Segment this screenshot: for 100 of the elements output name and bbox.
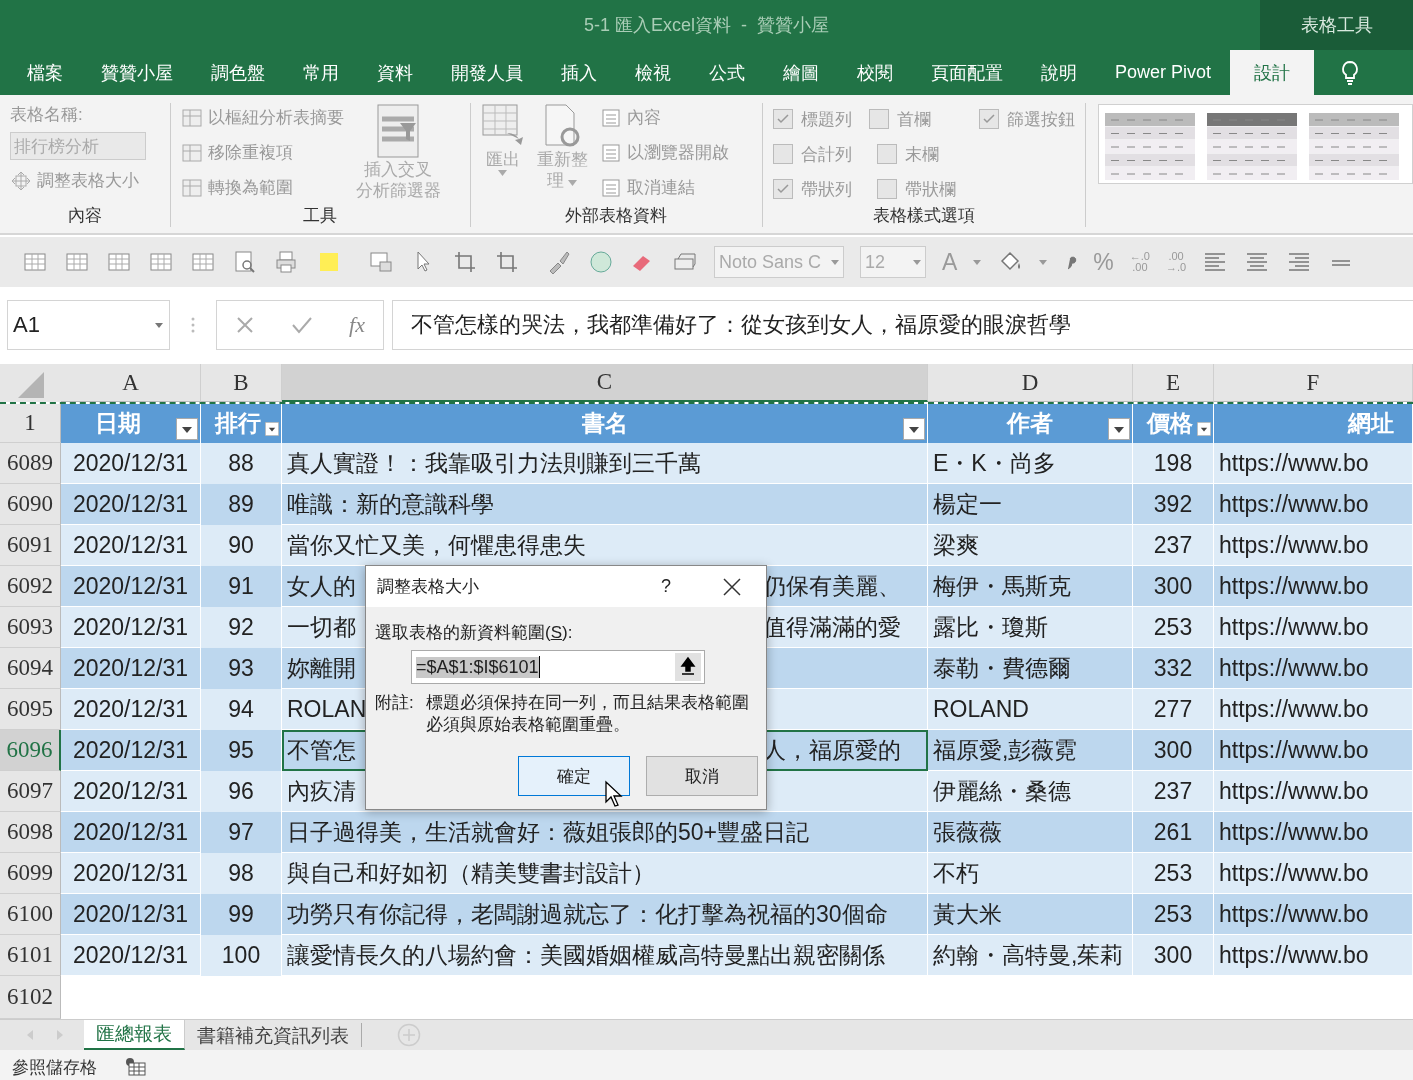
caret-icon[interactable] (1039, 259, 1048, 265)
crop-icon[interactable] (452, 249, 478, 275)
ribbon-tab[interactable]: 資料 (358, 50, 432, 95)
table-cell: 100 (201, 935, 282, 976)
table-style-thumbnail[interactable] (1308, 113, 1399, 181)
crop-icon[interactable] (494, 249, 520, 275)
header-text: 日期 (95, 409, 141, 438)
header-text: 排行 (215, 409, 261, 438)
row-number[interactable]: 6102 (0, 976, 61, 1019)
table-cell: 2020/12/31 (61, 935, 201, 976)
cancel-button[interactable]: 取消 (646, 756, 758, 796)
dialog-title: 調整表格大小 (377, 576, 479, 598)
lightbulb-icon[interactable] (1340, 59, 1361, 86)
row-number[interactable]: 6100 (0, 894, 61, 935)
row-number[interactable]: 6095 (0, 689, 61, 730)
list-icon (599, 106, 622, 129)
table-cell: 約翰・高特曼,茱莉 (928, 935, 1133, 976)
row-number[interactable]: 6096 (0, 730, 61, 771)
header-text: 作者 (1007, 409, 1053, 438)
column-header[interactable]: C (282, 364, 928, 402)
cancel-icon[interactable] (235, 315, 255, 335)
add-sheet-icon[interactable] (397, 1023, 421, 1047)
table-cell: https://www.bo (1214, 935, 1413, 976)
close-icon[interactable] (723, 577, 741, 596)
table-cell: 300 (1133, 935, 1214, 976)
row-number[interactable]: 6091 (0, 525, 61, 566)
ribbon-tab[interactable]: 開發人員 (432, 50, 542, 95)
caret-icon[interactable] (973, 259, 982, 265)
window-title: 5-1 匯入Excel資料 - 贊贊小屋 (584, 14, 829, 37)
ribbon-tab[interactable]: 校閱 (838, 50, 912, 95)
sheet-tab[interactable]: 書籍補充資訊列表 (185, 1023, 362, 1047)
range-field[interactable]: =$A$1:$I$6101 (411, 650, 705, 684)
filter-dropdown[interactable] (1108, 418, 1130, 440)
row-number[interactable]: 6098 (0, 812, 61, 853)
row-number[interactable]: 6092 (0, 566, 61, 607)
column-header[interactable]: F (1214, 364, 1413, 402)
ribbon-tab[interactable]: 檔案 (8, 50, 82, 95)
header-text: 價格 (1147, 409, 1193, 438)
resize-arrows-icon (10, 169, 32, 192)
group-label: 外部表格資料 (564, 205, 669, 227)
ribbon-tab[interactable]: 檢視 (616, 50, 690, 95)
ok-button[interactable]: 確定 (518, 756, 630, 796)
row-number[interactable]: 6099 (0, 853, 61, 894)
table-icon (180, 106, 203, 129)
table-style-thumbnail[interactable] (1206, 113, 1297, 181)
ribbon-tab[interactable]: 常用 (284, 50, 358, 95)
row-number[interactable]: 6093 (0, 607, 61, 648)
ribbon-tab[interactable]: 贊贊小屋 (82, 50, 192, 95)
row-number[interactable]: 6089 (0, 443, 61, 484)
filter-dropdown[interactable] (903, 418, 925, 440)
header-text: 網址 (1348, 409, 1394, 438)
sheet-tab[interactable]: 匯總報表 (84, 1020, 185, 1050)
group-label: 工具 (302, 205, 339, 227)
header-text: 書名 (581, 409, 628, 438)
filter-dropdown[interactable] (176, 418, 198, 440)
list-icon (599, 176, 622, 199)
row-number[interactable]: 6090 (0, 484, 61, 525)
cell-mode-icon (125, 1057, 147, 1077)
ribbon-tab[interactable]: 公式 (690, 50, 764, 95)
status-text: 參照儲存格 (12, 1056, 97, 1079)
caret-icon (155, 322, 163, 328)
ribbon-tab[interactable]: Power Pivot (1096, 50, 1231, 95)
mouse-pointer-icon (604, 780, 624, 808)
caret-icon (568, 180, 578, 186)
group-label: 表格樣式選項 (871, 205, 976, 227)
caret-icon (831, 259, 839, 265)
row-number[interactable]: 6094 (0, 648, 61, 689)
row-number[interactable]: 6101 (0, 935, 61, 976)
table-cell: 讓愛情長久的八場約會：美國婚姻權威高特曼點出親密關係 (282, 935, 928, 976)
caret-icon (498, 170, 508, 176)
help-button[interactable]: ? (661, 576, 671, 597)
slicer-icon (376, 103, 421, 159)
row-number[interactable]: 6097 (0, 771, 61, 812)
column-header[interactable]: D (928, 364, 1133, 402)
circle-icon[interactable] (588, 249, 614, 275)
column-header[interactable]: A (61, 364, 201, 402)
note-label: 附註: (375, 692, 414, 714)
ribbon-tab[interactable]: 設計 (1230, 50, 1315, 95)
column-header[interactable]: E (1133, 364, 1214, 402)
range-label: 選取表格的新資料範圍(S): (375, 622, 574, 644)
ribbon-tab[interactable]: 說明 (1022, 50, 1096, 95)
ribbon-tab[interactable]: 繪圖 (764, 50, 838, 95)
collapse-icon[interactable] (675, 653, 701, 681)
picture-icon[interactable] (368, 249, 394, 275)
list-icon (599, 141, 622, 164)
group-label: 內容 (66, 205, 103, 227)
caret-icon (913, 259, 921, 265)
context-label: 表格工具 (1260, 0, 1413, 50)
table-icon (180, 141, 203, 164)
ribbon-tab[interactable]: 插入 (542, 50, 616, 95)
grip-icon (191, 317, 195, 333)
insert-function-button[interactable]: fx (349, 312, 365, 338)
enter-icon[interactable] (291, 315, 314, 335)
formula-field[interactable]: 不管怎樣的哭法，我都準備好了：從女孩到女人，福原愛的眼淚哲學 (392, 300, 1413, 350)
name-box[interactable]: A1 (7, 300, 170, 350)
row-number[interactable]: 1 (0, 404, 61, 443)
ribbon-tab[interactable]: 調色盤 (192, 50, 284, 95)
table-style-thumbnail[interactable] (1104, 113, 1195, 181)
ribbon-tab[interactable]: 頁面配置 (912, 50, 1022, 95)
table-icon (180, 176, 203, 199)
